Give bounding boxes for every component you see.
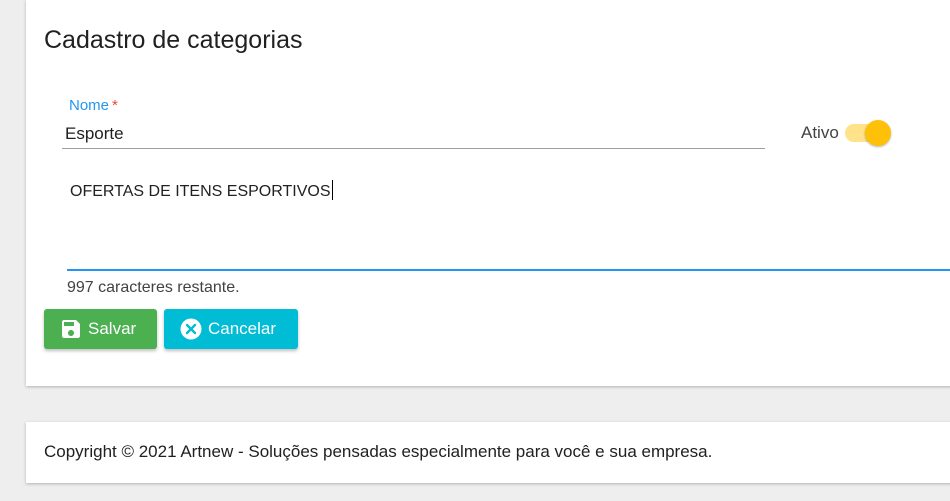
name-label: Nome * bbox=[69, 97, 118, 114]
active-toggle[interactable] bbox=[844, 119, 893, 147]
cancel-button-label: Cancelar bbox=[208, 319, 277, 338]
toggle-thumb bbox=[864, 120, 891, 146]
char-counter: 997 caracteres restante. bbox=[67, 279, 240, 296]
name-field: Nome * bbox=[62, 96, 765, 149]
footer: Copyright © 2021 Artnew - Soluções pensa… bbox=[26, 422, 950, 483]
page-title: Cadastro de categorias bbox=[44, 26, 303, 54]
name-label-text: Nome bbox=[69, 97, 110, 114]
description-value: OFERTAS DE ITENS ESPORTIVOS bbox=[70, 180, 333, 201]
page: Cadastro de categorias Nome* Ativo OFERT… bbox=[0, 0, 950, 501]
required-star: * bbox=[112, 97, 118, 114]
save-button[interactable]: Salvar bbox=[44, 309, 157, 349]
category-form-card: Cadastro de categorias Nome* Ativo OFERT… bbox=[26, 0, 950, 386]
text-caret bbox=[331, 180, 333, 200]
cancel-button[interactable]: Cancelar bbox=[164, 309, 298, 349]
save-button-label: Salvar bbox=[88, 319, 137, 338]
active-label: Ativo bbox=[801, 123, 839, 142]
close-circle-icon bbox=[179, 317, 203, 341]
description-text: OFERTAS DE ITENS ESPORTIVOS bbox=[70, 183, 331, 200]
floppy-disk-icon bbox=[59, 317, 83, 341]
active-toggle-group: Ativo bbox=[801, 119, 893, 147]
name-input[interactable] bbox=[65, 124, 755, 144]
description-textarea[interactable]: OFERTAS DE ITENS ESPORTIVOS bbox=[67, 168, 950, 271]
copyright-text: Copyright © 2021 Artnew - Soluções pensa… bbox=[44, 442, 713, 461]
